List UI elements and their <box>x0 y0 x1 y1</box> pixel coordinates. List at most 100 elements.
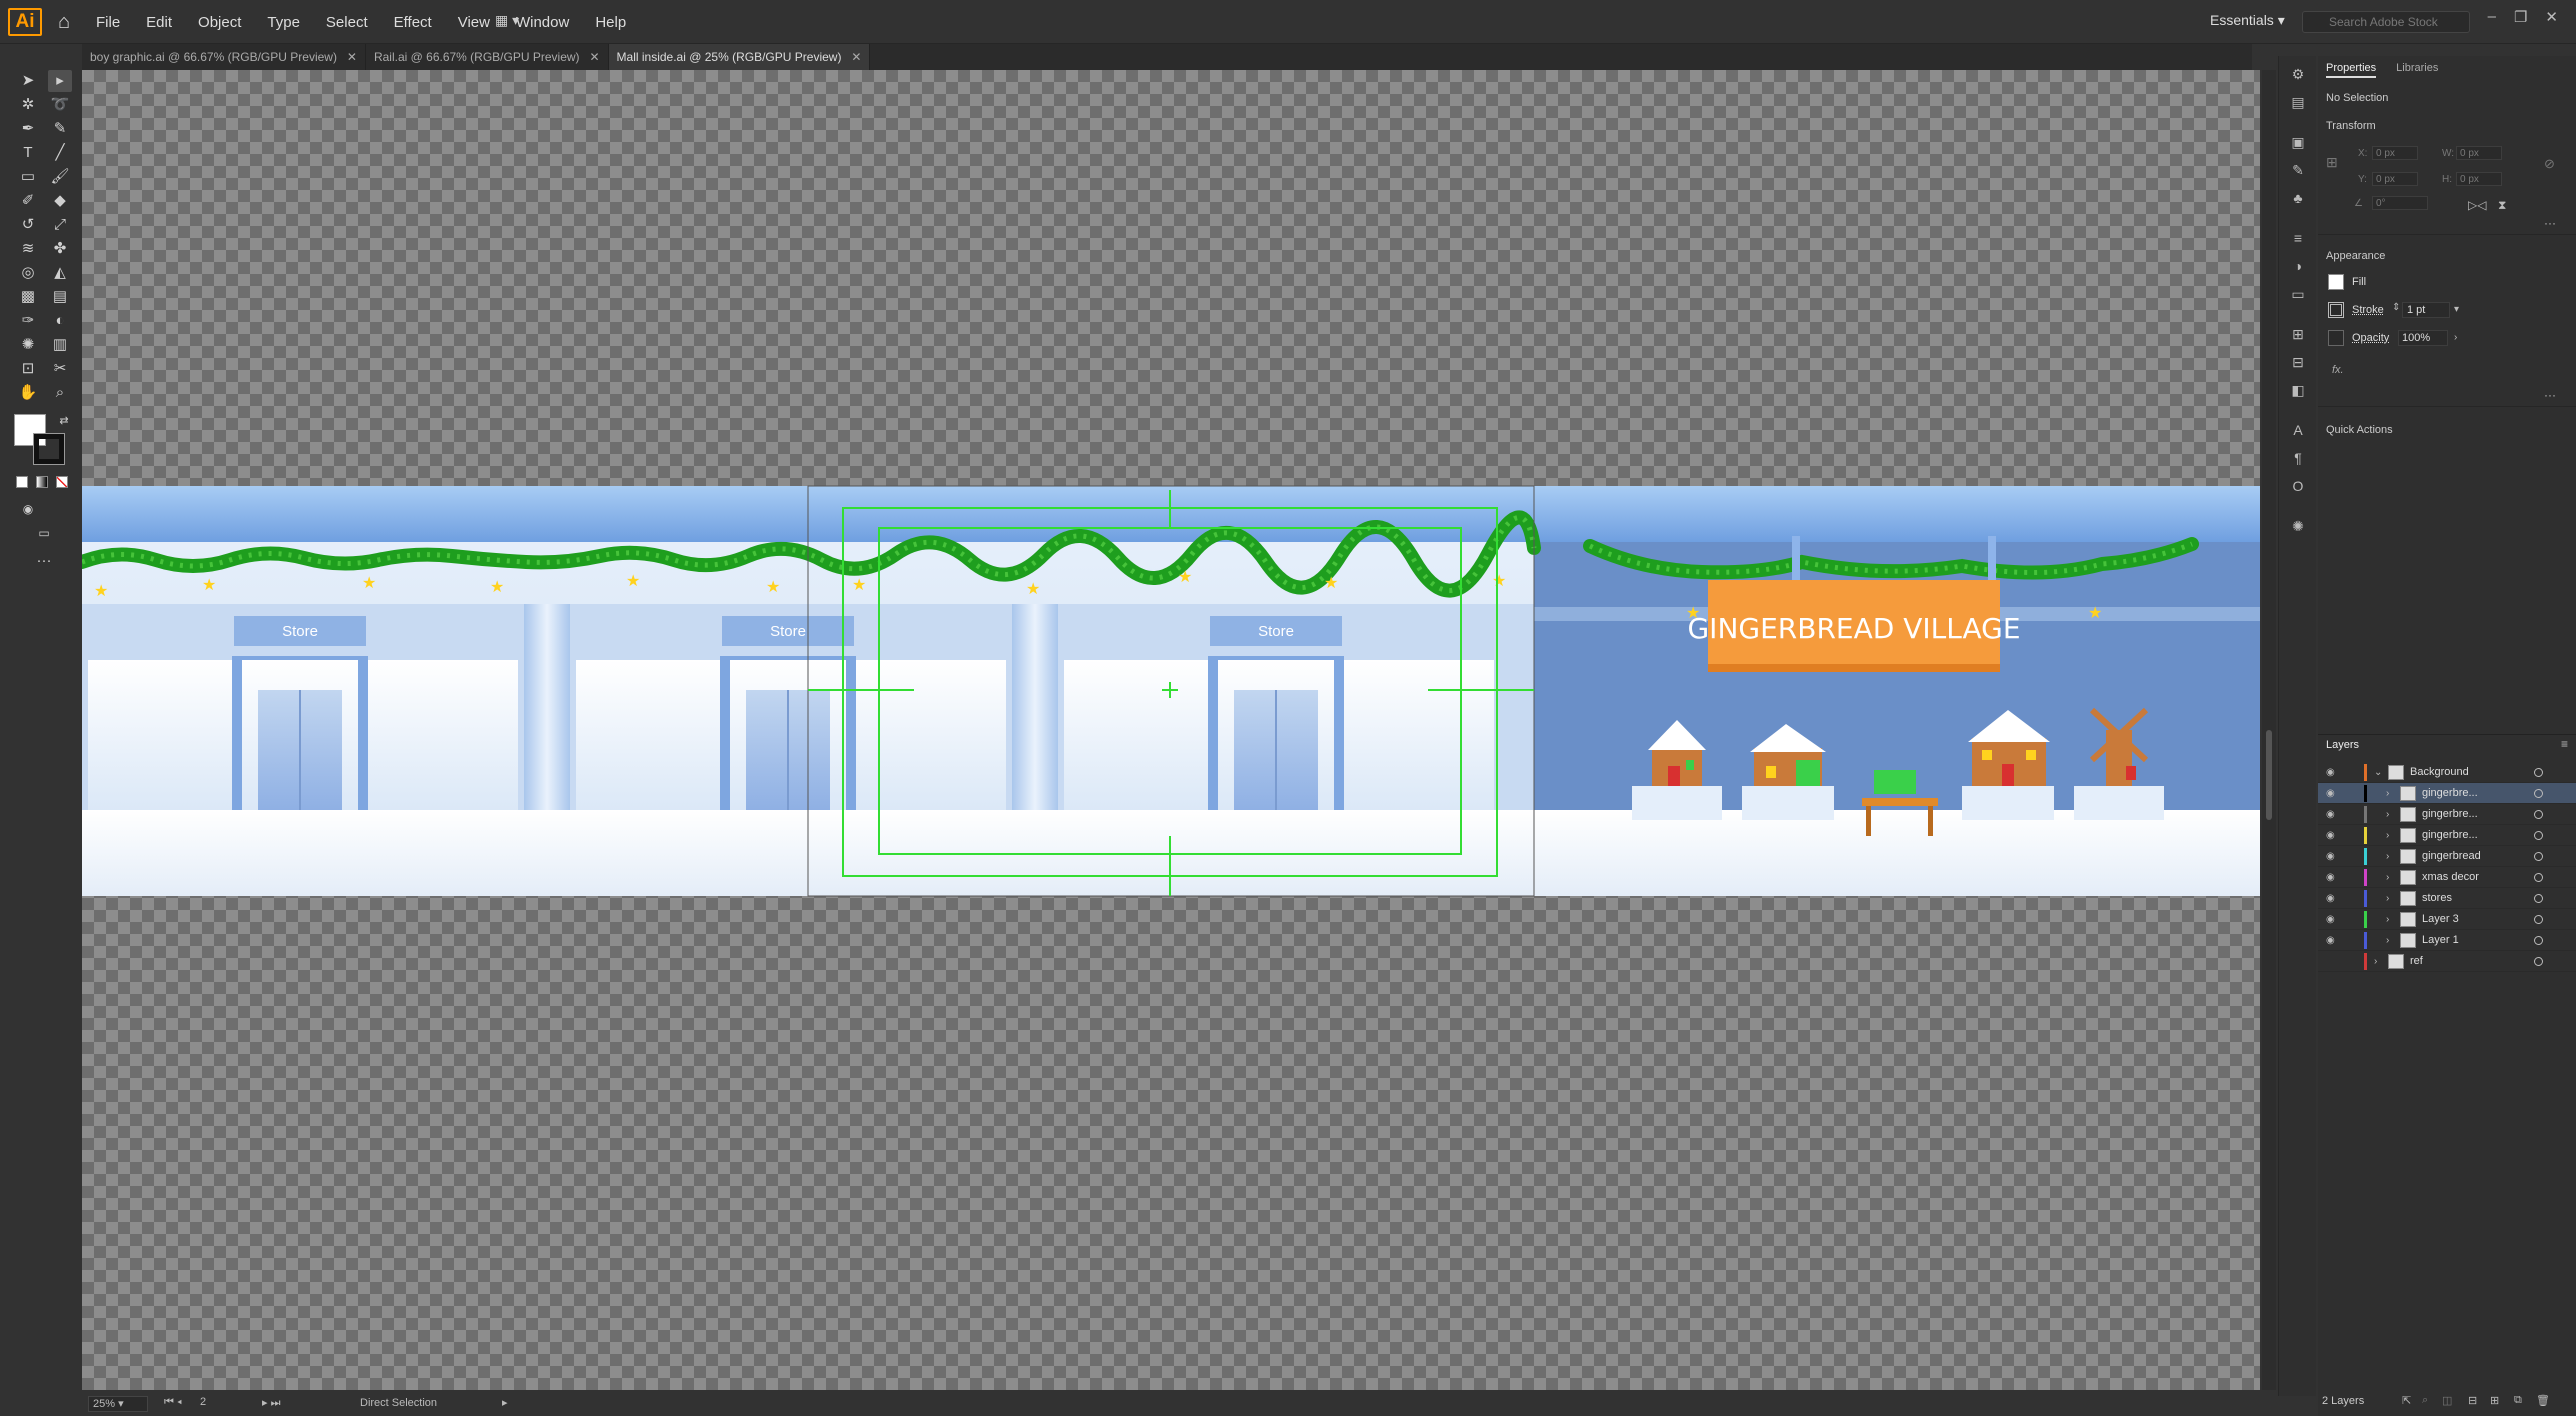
target-circle-icon[interactable] <box>2534 810 2543 819</box>
workspace-switcher[interactable]: Essentials ▾ <box>2210 12 2285 29</box>
zoom-dropdown[interactable]: 25% ▾ <box>88 1396 148 1412</box>
layer-row[interactable]: ◉ › gingerbread <box>2318 846 2576 867</box>
layer-name[interactable]: gingerbread <box>2422 846 2481 867</box>
stroke-weight-field[interactable]: 1 pt <box>2402 302 2450 318</box>
stroke-label[interactable]: Stroke <box>2352 304 2384 316</box>
layer-row[interactable]: ◉ › gingerbre... <box>2318 825 2576 846</box>
collect-icon[interactable]: ⧉ <box>2514 1394 2522 1407</box>
none-mode-icon[interactable] <box>56 476 68 488</box>
target-circle-icon[interactable] <box>2534 957 2543 966</box>
slice-tool-icon[interactable]: ✂ <box>48 358 72 380</box>
libraries-icon[interactable]: ▣ <box>2288 132 2308 152</box>
expand-chevron-icon[interactable]: ⌄ <box>2374 762 2382 783</box>
paintbrush-icon[interactable]: 🖌 <box>48 166 72 188</box>
target-circle-icon[interactable] <box>2534 915 2543 924</box>
expand-chevron-icon[interactable]: › <box>2386 867 2389 888</box>
layer-name[interactable]: gingerbre... <box>2422 804 2478 825</box>
gradient-panel-icon[interactable]: ▭ <box>2288 284 2308 304</box>
layer-name[interactable]: xmas decor <box>2422 867 2479 888</box>
visibility-eye-icon[interactable]: ◉ <box>2326 930 2335 951</box>
artboard-tool-icon[interactable]: ⊡ <box>16 358 40 380</box>
layer-row[interactable]: ◉›ref <box>2318 951 2576 972</box>
hand-tool-icon[interactable]: ✋ <box>16 382 40 404</box>
shaper-tool-icon[interactable]: ✐ <box>16 190 40 212</box>
expand-chevron-icon[interactable]: › <box>2386 888 2389 909</box>
magic-wand-icon[interactable]: ✲ <box>16 94 40 116</box>
draw-mode-icon[interactable]: ◉ <box>16 498 40 520</box>
opacity-label[interactable]: Opacity <box>2352 332 2389 344</box>
brushes-icon[interactable]: ✎ <box>2288 160 2308 180</box>
color-panel-icon[interactable]: ◑ <box>2288 256 2308 276</box>
flip-vertical-icon[interactable]: ⧗ <box>2498 198 2506 213</box>
layer-name[interactable]: Layer 1 <box>2422 930 2459 951</box>
new-layer-icon[interactable]: ⊞ <box>2490 1394 2499 1407</box>
symbols-icon[interactable]: ♣ <box>2288 188 2308 208</box>
menu-help[interactable]: Help <box>595 14 626 31</box>
delete-layer-icon[interactable]: 🗑 <box>2536 1394 2550 1407</box>
visibility-eye-icon[interactable]: ◉ <box>2326 825 2335 846</box>
stroke-dropdown-icon[interactable]: ▾ <box>2454 304 2459 315</box>
line-tool-icon[interactable]: ╱ <box>48 142 72 164</box>
layer-name[interactable]: gingerbre... <box>2422 825 2478 846</box>
expand-chevron-icon[interactable]: › <box>2374 951 2377 972</box>
reference-point-icon[interactable]: ⊞ <box>2326 154 2338 171</box>
properties-panel-icon[interactable]: ⚙ <box>2288 64 2308 84</box>
restore-icon[interactable]: ❐ <box>2514 8 2527 26</box>
target-circle-icon[interactable] <box>2534 894 2543 903</box>
close-icon[interactable]: ✕ <box>2545 8 2558 26</box>
direct-selection-tool-icon[interactable]: ▸ <box>48 70 72 92</box>
scroll-thumb[interactable] <box>2266 730 2272 820</box>
pen-tool-icon[interactable]: ✒ <box>16 118 40 140</box>
expand-chevron-icon[interactable]: › <box>2386 846 2389 867</box>
tab-boy-graphic[interactable]: boy graphic.ai @ 66.67% (RGB/GPU Preview… <box>82 44 366 70</box>
perspective-grid-icon[interactable]: ▩ <box>16 286 40 308</box>
stock-search-input[interactable]: Search Adobe Stock <box>2302 11 2470 33</box>
layer-row[interactable]: ◉ › xmas decor <box>2318 867 2576 888</box>
target-circle-icon[interactable] <box>2534 831 2543 840</box>
menu-select[interactable]: Select <box>326 14 368 31</box>
puppet-warp-icon[interactable]: ✤ <box>48 238 72 260</box>
eraser-icon[interactable]: ◆ <box>48 190 72 212</box>
more-options-icon[interactable]: ··· <box>2544 216 2556 230</box>
target-circle-icon[interactable] <box>2534 936 2543 945</box>
transform-panel-icon[interactable]: ⊞ <box>2288 324 2308 344</box>
flip-horizontal-icon[interactable]: ▷◁ <box>2468 198 2486 212</box>
tab-libraries[interactable]: Libraries <box>2396 62 2438 78</box>
curvature-tool-icon[interactable]: ✎ <box>48 118 72 140</box>
close-tab-icon[interactable]: ✕ <box>589 44 599 70</box>
pathfinder-icon[interactable]: ◧ <box>2288 380 2308 400</box>
export-icon[interactable]: ⇱ <box>2402 1394 2411 1407</box>
close-tab-icon[interactable]: ✕ <box>851 44 861 70</box>
libraries-panel-icon[interactable]: ▤ <box>2288 92 2308 112</box>
scale-tool-icon[interactable]: ⤢ <box>48 214 72 236</box>
paragraph-panel-icon[interactable]: ¶ <box>2288 448 2308 468</box>
visibility-eye-icon[interactable]: ◉ <box>2326 804 2335 825</box>
type-tool-icon[interactable]: T <box>16 142 40 164</box>
first-artboard-icon[interactable]: ⏮ ◂ <box>164 1396 182 1409</box>
tab-mall-inside[interactable]: Mall inside.ai @ 25% (RGB/GPU Preview) ✕ <box>608 44 871 70</box>
blend-tool-icon[interactable]: ◐ <box>48 310 72 332</box>
screen-mode-icon[interactable]: ▭ <box>32 522 56 544</box>
gradient-tool-icon[interactable]: ▤ <box>48 286 72 308</box>
menu-object[interactable]: Object <box>198 14 241 31</box>
opentype-panel-icon[interactable]: O <box>2288 476 2308 496</box>
expand-chevron-icon[interactable]: › <box>2386 804 2389 825</box>
eyedropper-icon[interactable]: ✑ <box>16 310 40 332</box>
artboard-canvas[interactable]: Store Store Store ★ ★ ★ ★ ★ ★ ★ ★ ★ ★ ★ … <box>82 70 2260 1390</box>
next-artboard-icon[interactable]: ▸ ⏭ <box>262 1396 280 1410</box>
warp-tool-icon[interactable]: ≋ <box>16 238 40 260</box>
visibility-eye-icon[interactable]: ◉ <box>2326 783 2335 804</box>
locate-object-icon[interactable]: ⌕ <box>2422 1394 2428 1407</box>
expand-chevron-icon[interactable]: › <box>2386 909 2389 930</box>
menu-file[interactable]: File <box>96 14 120 31</box>
gradient-mode-icon[interactable] <box>36 476 48 488</box>
menu-effect[interactable]: Effect <box>394 14 432 31</box>
stroke-panel-icon[interactable]: ≡ <box>2288 228 2308 248</box>
menu-type[interactable]: Type <box>267 14 300 31</box>
clipping-mask-icon[interactable]: ◫ <box>2442 1394 2452 1407</box>
graph-tool-icon[interactable]: ▥ <box>48 334 72 356</box>
color-mode-icon[interactable] <box>16 476 28 488</box>
selection-tool-icon[interactable]: ➤ <box>16 70 40 92</box>
visibility-eye-icon[interactable]: ◉ <box>2326 846 2335 867</box>
symbol-sprayer-icon[interactable]: ✺ <box>16 334 40 356</box>
